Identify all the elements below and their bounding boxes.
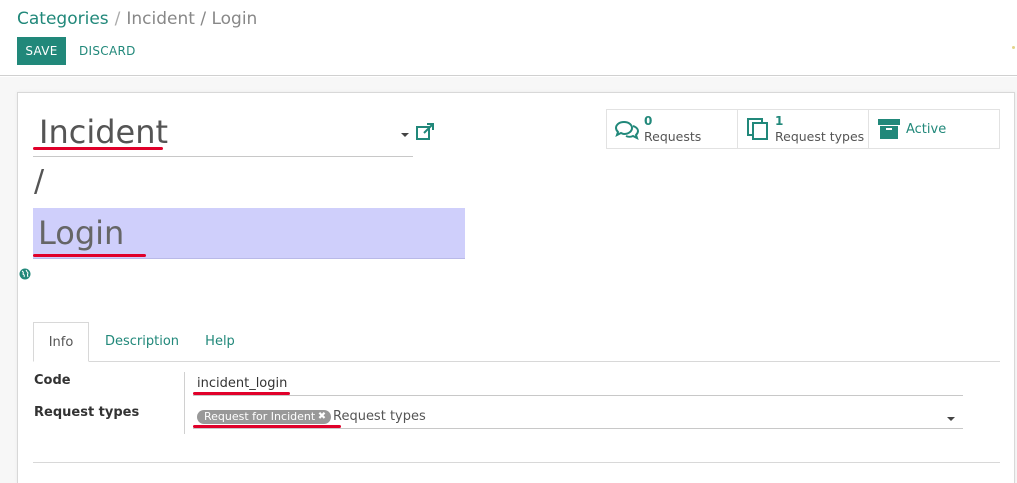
request-types-label: Request types	[775, 129, 865, 144]
notebook-tabs: Info Description Help	[33, 322, 1000, 362]
breadcrumb-current: Incident / Login	[126, 9, 258, 29]
request-types-field-label: Request types	[34, 405, 140, 420]
annotation-underline	[33, 147, 163, 150]
category-name-value: Login	[38, 214, 125, 252]
copy-icon	[747, 118, 768, 140]
save-button[interactable]: SAVE	[17, 37, 66, 65]
parent-category-value: Incident	[39, 113, 169, 151]
code-value: incident_login	[197, 376, 288, 391]
name-separator: /	[34, 164, 45, 199]
globe-icon[interactable]	[19, 268, 31, 280]
requests-label: Requests	[644, 129, 702, 144]
tab-help[interactable]: Help	[205, 322, 235, 362]
annotation-underline	[33, 254, 146, 257]
code-label: Code	[34, 373, 71, 388]
request-types-button[interactable]: 1 Request types	[738, 110, 869, 148]
remove-tag-icon[interactable]: ✖	[318, 410, 326, 424]
tab-info[interactable]: Info	[33, 322, 89, 362]
annotation-underline	[193, 425, 341, 428]
category-name-field[interactable]: Login	[33, 208, 465, 259]
active-toggle-button[interactable]: Active	[869, 110, 999, 148]
field-divider	[184, 372, 185, 434]
dropdown-caret-icon[interactable]	[401, 133, 409, 137]
control-panel: Categories / Incident / Login SAVE DISCARD	[0, 0, 1017, 76]
discard-button[interactable]: DISCARD	[79, 37, 136, 65]
requests-count: 0	[644, 114, 653, 128]
external-link-icon[interactable]	[415, 122, 435, 142]
breadcrumb: Categories / Incident / Login	[17, 9, 257, 29]
comments-icon	[615, 120, 639, 140]
smart-buttons: 0 Requests 1 Request types Active	[606, 109, 1000, 149]
code-input[interactable]: incident_login	[193, 374, 963, 396]
status-dot	[1012, 46, 1015, 49]
request-types-placeholder: Request types	[333, 409, 426, 424]
request-type-tag[interactable]: Request for Incident ✖	[197, 410, 332, 424]
tab-description[interactable]: Description	[105, 322, 179, 362]
request-type-tag-label: Request for Incident	[204, 410, 316, 423]
request-types-count: 1	[775, 114, 784, 128]
divider	[33, 462, 1000, 463]
active-label: Active	[906, 122, 947, 137]
requests-button[interactable]: 0 Requests	[607, 110, 738, 148]
annotation-underline	[193, 392, 290, 395]
dropdown-caret-icon[interactable]	[947, 417, 955, 421]
breadcrumb-link-categories[interactable]: Categories	[17, 9, 109, 29]
archive-icon	[878, 119, 900, 139]
breadcrumb-separator: /	[114, 9, 121, 29]
